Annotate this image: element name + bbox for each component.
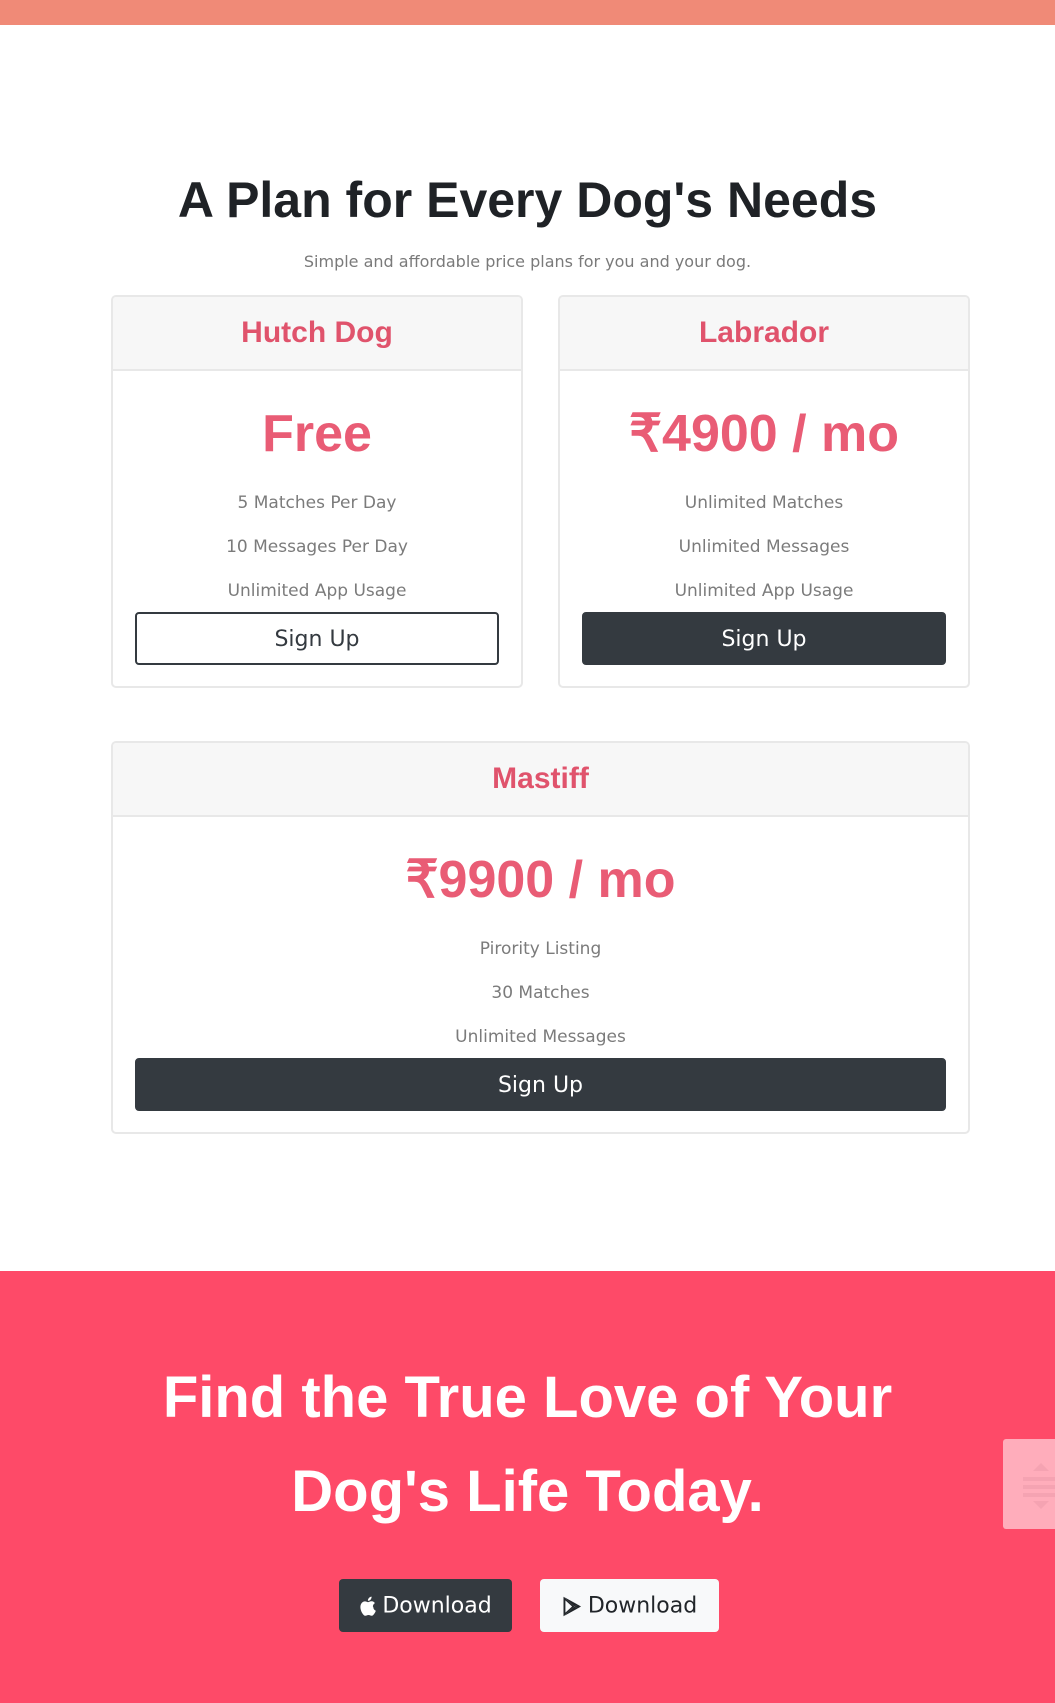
plan-features: Unlimited Matches Unlimited Messages Unl… bbox=[560, 481, 968, 613]
plan-feature: Unlimited App Usage bbox=[674, 581, 854, 601]
cta-title: Find the True Love of Your Dog's Life To… bbox=[0, 1351, 1055, 1539]
plan-price: Free bbox=[262, 405, 372, 463]
plan-name: Labrador bbox=[560, 297, 968, 371]
plan-name: Mastiff bbox=[113, 743, 968, 817]
arrow-up-icon bbox=[1033, 1463, 1049, 1471]
scroll-widget-graphic bbox=[1023, 1463, 1055, 1509]
plan-feature: Unlimited Messages bbox=[455, 1027, 626, 1047]
plan-feature: Pirority Listing bbox=[479, 939, 602, 959]
plan-feature: Unlimited Matches bbox=[684, 493, 844, 513]
app-store-download-label: Download bbox=[382, 1593, 492, 1619]
cta-title-line-1: Find the True Love of Your bbox=[162, 1365, 893, 1430]
google-play-download-button[interactable]: Download bbox=[540, 1579, 719, 1632]
sign-up-button-mastiff[interactable]: Sign Up bbox=[135, 1058, 946, 1111]
pricing-section: A Plan for Every Dog's Needs Simple and … bbox=[0, 25, 1055, 1271]
plan-features: 5 Matches Per Day 10 Messages Per Day Un… bbox=[113, 481, 521, 613]
sign-up-button-labrador[interactable]: Sign Up bbox=[582, 612, 946, 665]
cta-section: Find the True Love of Your Dog's Life To… bbox=[0, 1271, 1055, 1703]
apple-icon bbox=[359, 1596, 377, 1616]
plan-name: Hutch Dog bbox=[113, 297, 521, 371]
plan-card-labrador: Labrador ₹4900 / mo Unlimited Matches Un… bbox=[558, 295, 970, 688]
plan-feature: Unlimited Messages bbox=[678, 537, 850, 557]
arrow-down-icon bbox=[1033, 1501, 1049, 1509]
sign-up-button-hutch-dog[interactable]: Sign Up bbox=[135, 612, 499, 665]
plan-feature: 30 Matches bbox=[491, 983, 590, 1003]
google-play-download-label: Download bbox=[587, 1593, 698, 1619]
plan-features: Pirority Listing 30 Matches Unlimited Me… bbox=[113, 927, 968, 1059]
plan-card-mastiff: Mastiff ₹9900 / mo Pirority Listing 30 M… bbox=[111, 741, 970, 1134]
pricing-heading: A Plan for Every Dog's Needs bbox=[177, 172, 878, 228]
plan-feature: Unlimited App Usage bbox=[227, 581, 407, 601]
plan-feature: 10 Messages Per Day bbox=[226, 537, 408, 557]
app-store-download-button[interactable]: Download bbox=[339, 1579, 512, 1632]
google-play-icon bbox=[562, 1596, 582, 1617]
scroll-widget[interactable] bbox=[1003, 1439, 1055, 1529]
plan-feature: 5 Matches Per Day bbox=[237, 493, 397, 513]
cta-title-line-2: Dog's Life Today. bbox=[291, 1459, 764, 1524]
plan-card-hutch-dog: Hutch Dog Free 5 Matches Per Day 10 Mess… bbox=[111, 295, 523, 688]
plan-price: ₹9900 / mo bbox=[405, 851, 676, 909]
pricing-subheading: Simple and affordable price plans for yo… bbox=[303, 252, 752, 271]
plan-price: ₹4900 / mo bbox=[628, 405, 900, 463]
top-strip bbox=[0, 0, 1055, 25]
